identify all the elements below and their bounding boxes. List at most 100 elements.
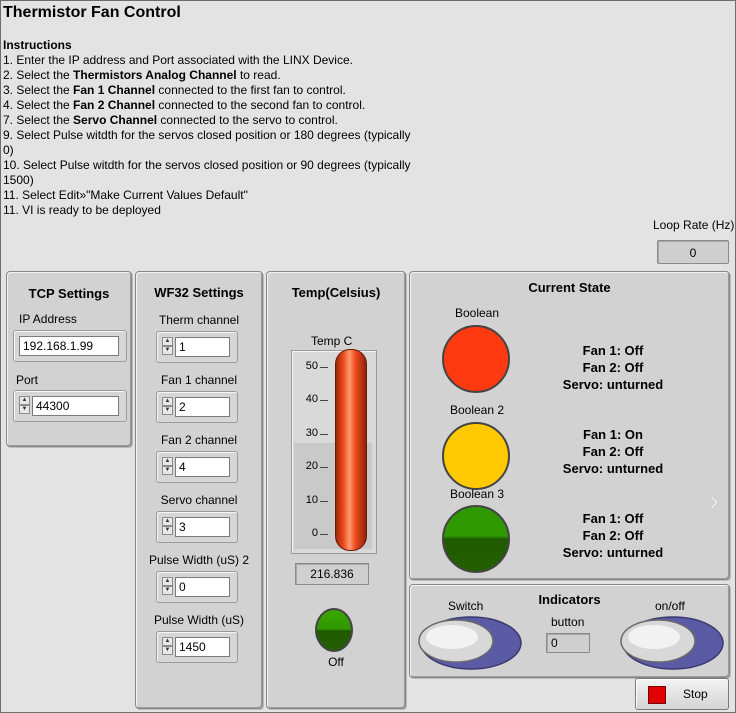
- temp-readout: 216.836: [295, 563, 369, 585]
- wf32-settings-panel: WF32 Settings Therm channel ▲ ▼ 1 Fan 1 chan…: [135, 271, 263, 709]
- instruction-text: 7. Select the: [3, 113, 74, 127]
- instruction-text: to read.: [236, 68, 281, 82]
- state-fan2-text: Fan 2: Off: [582, 528, 644, 543]
- decrement-icon[interactable]: ▼: [162, 586, 173, 595]
- wf32-field-control: ▲ ▼ 1450: [156, 631, 238, 663]
- instruction-line: 3. Select the Fan 1 Channel connected to…: [3, 83, 413, 98]
- boolean-led[interactable]: [442, 422, 510, 490]
- wf32-field-input[interactable]: 0: [175, 577, 230, 597]
- boolean-label: Boolean: [454, 306, 500, 320]
- wf32-field-label: Fan 1 channel: [160, 373, 238, 387]
- increment-icon[interactable]: ▲: [162, 637, 173, 646]
- instruction-keyword: Servo Channel: [73, 113, 158, 127]
- thermometer-tick-label: 50: [305, 360, 318, 372]
- stop-label: Stop: [683, 687, 708, 701]
- wf32-field-spinner[interactable]: ▲ ▼: [162, 577, 173, 595]
- decrement-icon[interactable]: ▼: [162, 406, 173, 415]
- wf32-field-input[interactable]: 2: [175, 397, 230, 417]
- wf32-field-control: ▲ ▼ 1: [156, 331, 238, 363]
- indicators-panel: Indicators Switch button 0 on/off: [409, 584, 730, 678]
- port-field[interactable]: 44300: [32, 396, 119, 416]
- instructions-list: 1. Enter the IP address and Port associa…: [3, 53, 413, 218]
- state-servo-text: Servo: unturned: [562, 461, 664, 476]
- decrement-icon[interactable]: ▼: [162, 526, 173, 535]
- state-servo-text: Servo: unturned: [562, 377, 664, 392]
- stop-button[interactable]: Stop: [635, 678, 729, 710]
- instruction-line: 2. Select the Thermistors Analog Channel…: [3, 68, 413, 83]
- wf32-field-input[interactable]: 3: [175, 517, 230, 537]
- wf32-field-spinner[interactable]: ▲ ▼: [162, 397, 173, 415]
- port-increment-icon[interactable]: ▲: [19, 396, 30, 405]
- port-spinner[interactable]: ▲ ▼: [19, 396, 30, 414]
- state-servo-text: Servo: unturned: [562, 545, 664, 560]
- instruction-line: 4. Select the Fan 2 Channel connected to…: [3, 98, 413, 113]
- temp-gauge-label: Temp C: [311, 334, 353, 348]
- thermometer-tick-label: 30: [305, 426, 318, 439]
- wf32-field-label: Pulse Width (uS) 2: [148, 553, 250, 567]
- button-indicator: 0: [546, 633, 590, 653]
- wf32-field-spinner[interactable]: ▲ ▼: [162, 517, 173, 535]
- ip-address-field[interactable]: 192.168.1.99: [19, 336, 119, 356]
- port-label: Port: [16, 373, 39, 387]
- thermometer-mercury: [335, 349, 367, 551]
- wf32-field-spinner[interactable]: ▲ ▼: [162, 337, 173, 355]
- thermometer-tick-mark: [320, 534, 328, 535]
- increment-icon[interactable]: ▲: [162, 457, 173, 466]
- tcp-settings-panel: TCP Settings IP Address 192.168.1.99 Por…: [6, 271, 132, 447]
- chevron-right-icon: ›: [709, 484, 719, 517]
- thermometer-frame: 50 40 30 20 10 0: [291, 349, 377, 554]
- stop-icon: [648, 686, 666, 704]
- boolean-label: Boolean 3: [449, 487, 505, 501]
- wf32-field-spinner[interactable]: ▲ ▼: [162, 457, 173, 475]
- wf32-field-input[interactable]: 4: [175, 457, 230, 477]
- port-decrement-icon[interactable]: ▼: [19, 405, 30, 414]
- increment-icon[interactable]: ▲: [162, 397, 173, 406]
- onoff-label: on/off: [655, 599, 685, 613]
- decrement-icon[interactable]: ▼: [162, 346, 173, 355]
- decrement-icon[interactable]: ▼: [162, 646, 173, 655]
- increment-icon[interactable]: ▲: [162, 337, 173, 346]
- instruction-line: 11. VI is ready to be deployed: [3, 203, 413, 218]
- instruction-text: 4. Select the: [3, 98, 74, 112]
- instruction-text: 1. Enter the IP address and Port associa…: [3, 53, 353, 67]
- wf32-settings-title: WF32 Settings: [154, 285, 244, 300]
- wf32-field-label: Pulse Width (uS): [153, 613, 245, 627]
- thermometer-tick-label: 10: [305, 493, 318, 506]
- wf32-field-control: ▲ ▼ 4: [156, 451, 238, 483]
- boolean-led[interactable]: [442, 325, 510, 393]
- instruction-line: 10. Select Pulse witdth for the servos c…: [3, 158, 413, 188]
- instruction-text: 2. Select the: [3, 68, 74, 82]
- thermometer-tick-label: 40: [305, 393, 318, 406]
- thermometer-tick-label: 0: [311, 527, 318, 539]
- wf32-field-control: ▲ ▼ 3: [156, 511, 238, 543]
- state-fan1-text: Fan 1: On: [583, 427, 643, 442]
- button-label: button: [551, 615, 585, 629]
- thermometer-tick-mark: [320, 433, 328, 435]
- boolean-led[interactable]: [442, 505, 510, 573]
- boolean-label: Boolean 2: [449, 403, 505, 417]
- port-control: ▲ ▼ 44300: [13, 390, 127, 422]
- switch-toggle[interactable]: [416, 615, 522, 671]
- instruction-text: 11. Select Edit»"Make Current Values Def…: [3, 188, 248, 202]
- wf32-field-label: Servo channel: [160, 493, 238, 507]
- instruction-text: 11. VI is ready to be deployed: [3, 203, 161, 217]
- instruction-text: connected to the second fan to control.: [155, 98, 366, 112]
- ip-address-control: 192.168.1.99: [13, 330, 127, 362]
- instruction-text: 10. Select Pulse witdth for the servos c…: [3, 158, 411, 187]
- state-fan2-text: Fan 2: Off: [582, 360, 644, 375]
- wf32-field-control: ▲ ▼ 2: [156, 391, 238, 423]
- ip-address-label: IP Address: [19, 312, 77, 326]
- wf32-field-spinner[interactable]: ▲ ▼: [162, 637, 173, 655]
- onoff-toggle[interactable]: [618, 615, 724, 671]
- instruction-keyword: Fan 2 Channel: [73, 98, 156, 112]
- wf32-field-input[interactable]: 1450: [175, 637, 230, 657]
- wf32-field-input[interactable]: 1: [175, 337, 230, 357]
- loop-rate-label: Loop Rate (Hz): [653, 218, 735, 232]
- instruction-text: 3. Select the: [3, 83, 74, 97]
- decrement-icon[interactable]: ▼: [162, 466, 173, 475]
- state-fan1-text: Fan 1: Off: [582, 511, 644, 526]
- increment-icon[interactable]: ▲: [162, 517, 173, 526]
- increment-icon[interactable]: ▲: [162, 577, 173, 586]
- thermometer-tick-label: 20: [305, 460, 318, 473]
- state-fan1-text: Fan 1: Off: [582, 343, 644, 358]
